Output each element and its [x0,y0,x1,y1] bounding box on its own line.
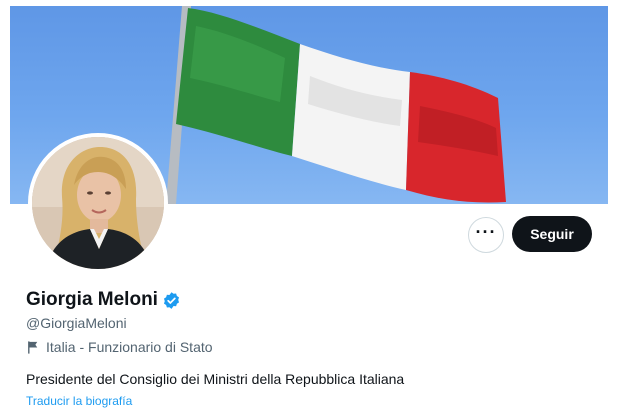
more-dots-icon: ··· [475,222,497,242]
avatar-portrait [32,137,164,269]
translate-bio-link[interactable]: Traducir la biografía [26,394,132,408]
verified-badge-icon[interactable] [162,291,181,310]
profile-name: Giorgia Meloni [26,289,158,310]
profile-handle: @GiorgiaMeloni [26,315,127,331]
more-options-button[interactable]: ··· [468,217,504,253]
flag-icon [28,340,38,354]
profile-card: ··· Seguir Giorgia Meloni @GiorgiaMeloni… [10,0,610,420]
profile-bio: Presidente del Consiglio dei Ministri de… [26,371,405,387]
profile-category: Italia - Funzionario di Stato [26,339,213,355]
profile-name-row: Giorgia Meloni [26,289,181,311]
follow-button[interactable]: Seguir [512,216,592,252]
profile-avatar[interactable] [28,133,168,273]
profile-category-label: Italia - Funzionario di Stato [46,339,213,355]
